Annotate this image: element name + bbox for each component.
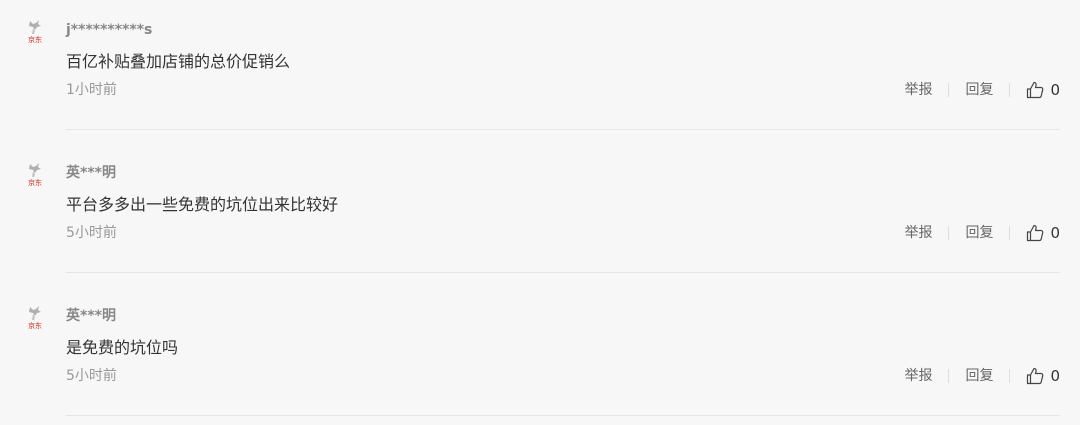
comment-actions: 举报 回复 0 (904, 78, 1060, 102)
username: j**********s (66, 22, 153, 38)
like-button[interactable]: 0 (1026, 78, 1060, 102)
avatar[interactable]: 京东 (24, 18, 46, 44)
report-button[interactable]: 举报 (904, 221, 932, 245)
jd-dog-logo-icon: 京东 (28, 163, 42, 187)
thumbs-up-icon (1027, 367, 1044, 385)
comment-divider (66, 272, 1060, 273)
like-count: 0 (1050, 224, 1060, 242)
comment-content: 是免费的坑位吗 (66, 338, 179, 357)
thumbs-up-icon (1027, 224, 1044, 242)
like-button[interactable]: 0 (1026, 364, 1060, 388)
like-button[interactable]: 0 (1026, 221, 1060, 245)
reply-button[interactable]: 回复 (965, 221, 993, 245)
username: 英***明 (66, 165, 116, 181)
action-separator (1009, 226, 1011, 240)
comment-list: 京东 j**********s 百亿补贴叠加店铺的总价促销么 1小时前 举报 回… (0, 0, 1080, 425)
comment-item: 京东 j**********s 百亿补贴叠加店铺的总价促销么 1小时前 举报 回… (0, 0, 1080, 130)
action-separator (1009, 369, 1011, 383)
action-separator (1009, 83, 1011, 97)
comment-divider (66, 415, 1060, 416)
action-separator (948, 226, 950, 240)
avatar[interactable]: 京东 (24, 161, 46, 187)
svg-text:京东: 京东 (28, 321, 42, 330)
report-button[interactable]: 举报 (904, 78, 932, 102)
comment-time: 1小时前 (66, 82, 117, 98)
comment-time: 5小时前 (66, 368, 117, 384)
like-count: 0 (1050, 81, 1060, 99)
comment-content: 百亿补贴叠加店铺的总价促销么 (66, 52, 291, 71)
jd-dog-logo-icon: 京东 (28, 20, 42, 44)
comment-actions: 举报 回复 0 (904, 364, 1060, 388)
comment-content: 平台多多出一些免费的坑位出来比较好 (66, 195, 339, 214)
avatar[interactable]: 京东 (24, 304, 46, 330)
thumbs-up-icon (1027, 81, 1044, 99)
jd-dog-logo-icon: 京东 (28, 306, 42, 330)
action-separator (948, 83, 950, 97)
comment-item: 京东 英***明 是免费的坑位吗 5小时前 举报 回复 0 (0, 286, 1080, 416)
comment-divider (66, 129, 1060, 130)
like-count: 0 (1050, 367, 1060, 385)
svg-text:京东: 京东 (28, 35, 42, 44)
comment-actions: 举报 回复 0 (904, 221, 1060, 245)
report-button[interactable]: 举报 (904, 364, 932, 388)
reply-button[interactable]: 回复 (965, 78, 993, 102)
reply-button[interactable]: 回复 (965, 364, 993, 388)
comment-item: 京东 英***明 平台多多出一些免费的坑位出来比较好 5小时前 举报 回复 0 (0, 143, 1080, 273)
username: 英***明 (66, 308, 116, 324)
action-separator (948, 369, 950, 383)
svg-text:京东: 京东 (28, 178, 42, 187)
comment-time: 5小时前 (66, 225, 117, 241)
